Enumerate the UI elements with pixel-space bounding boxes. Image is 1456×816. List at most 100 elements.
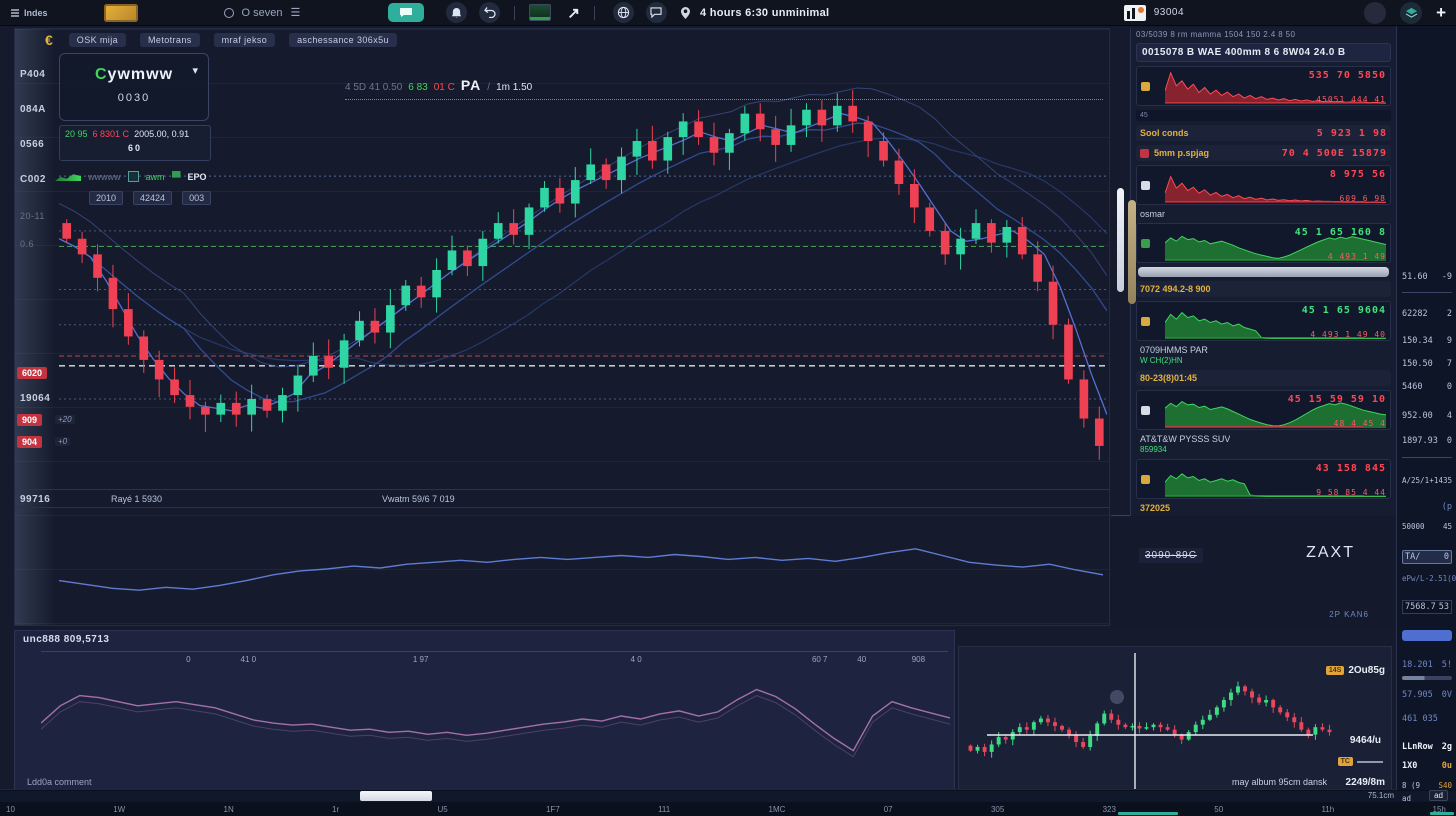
app-logo[interactable] xyxy=(104,4,138,22)
ladder-value: 0 xyxy=(1447,436,1452,446)
watchlist-row[interactable]: 535 70 5850 45051 444 41 xyxy=(1136,66,1391,106)
brand-label: Indes xyxy=(24,8,48,18)
chat-button[interactable] xyxy=(388,3,424,22)
ladder-row[interactable]: 1897.93 0 xyxy=(1402,436,1452,446)
tag[interactable]: 42424 xyxy=(133,191,172,205)
toolbar-menu-item[interactable]: aschessance 306x5u xyxy=(289,33,397,47)
ladder-row[interactable]: 8 (9 S40 xyxy=(1402,781,1452,790)
messages-button[interactable] xyxy=(646,2,667,23)
ladder-row[interactable]: 150.34 9 xyxy=(1402,336,1452,346)
ladder-row[interactable]: 50000 45 xyxy=(1402,522,1452,531)
ladder-row[interactable] xyxy=(1402,292,1452,293)
ladder-row[interactable]: 51.60 -9 xyxy=(1402,272,1452,282)
menu-label[interactable]: O seven xyxy=(242,7,283,19)
header-underline xyxy=(345,99,1103,100)
toolbar-menu-item[interactable]: Metotrans xyxy=(140,33,200,47)
globe-button[interactable] xyxy=(613,2,634,23)
watchlist-row[interactable]: osmar xyxy=(1136,209,1391,219)
time-label: 1N xyxy=(224,805,234,814)
price-label: 19064 xyxy=(20,393,50,404)
ladder-row[interactable]: (p xyxy=(1402,502,1452,512)
time-label: U5 xyxy=(437,805,447,814)
ladder-row[interactable]: 7568.7 53 xyxy=(1402,600,1452,614)
oscillator-panel[interactable]: unc888 809,5713 041 01 974 060 740908 Ld… xyxy=(14,630,955,790)
volume-subpanel[interactable]: Rayé 1 5930 Vwatm 59/6 7 019 xyxy=(15,489,1109,626)
watchlist-row[interactable]: Sool conds 5 923 1 98 xyxy=(1136,125,1391,141)
ladder-row[interactable] xyxy=(1402,676,1452,680)
watchlist-title[interactable]: 0015078 B WAE 400mm 8 6 8W04 24.0 B xyxy=(1136,43,1391,62)
ladder-row[interactable]: LLnRow 2g xyxy=(1402,742,1452,752)
share-icon[interactable]: ↗ xyxy=(567,4,580,22)
scroll-thumb[interactable] xyxy=(360,791,432,801)
mini-chart-panel[interactable]: 14S 2Ou85g 9464/u TC 2249/8m may album 9… xyxy=(958,646,1392,796)
add-tab-button[interactable]: + xyxy=(1436,3,1446,23)
chart-thumbnail-icon[interactable] xyxy=(529,4,551,21)
watchlist-sidebar[interactable]: 03/5039 8 rm mamma 1504 150 2.4 8 50 001… xyxy=(1130,28,1396,516)
checkbox-icon[interactable] xyxy=(128,171,139,182)
chat-icon xyxy=(399,7,413,18)
watchlist-row[interactable]: 372025 xyxy=(1136,503,1391,513)
hamburger-menu-icon[interactable] xyxy=(10,8,20,18)
crosshair xyxy=(967,653,1333,789)
topbar-right-group: 93004 + xyxy=(1124,2,1446,24)
ladder-row[interactable]: ad xyxy=(1402,794,1452,803)
row-price: 45 1 65 9604 xyxy=(1302,305,1386,316)
ladder-label: LLnRow xyxy=(1402,742,1433,752)
chart-toolbar: € OSK mija Metotrans mraf jekso aschessance… xyxy=(45,30,397,50)
ladder-row[interactable] xyxy=(1402,457,1452,458)
timeframe-label[interactable]: 4 hours 6:30 unminimal xyxy=(700,7,829,19)
stats-logo-icon xyxy=(1124,5,1146,21)
toolbar-menu-item[interactable]: mraf jekso xyxy=(214,33,276,47)
watchlist-row[interactable] xyxy=(1138,267,1389,277)
indicator-row: wwwww awm EPO xyxy=(55,171,207,182)
candlestick-chart[interactable] xyxy=(59,55,1107,485)
tag[interactable]: 003 xyxy=(182,191,211,205)
tag[interactable]: 2010 xyxy=(89,191,123,205)
ladder-row[interactable]: 62282 2 xyxy=(1402,309,1452,319)
watchlist-row[interactable]: 0709HMMS PAR W CH(2)HN xyxy=(1136,345,1391,366)
chevron-down-icon[interactable]: ▾ xyxy=(192,64,198,77)
watchlist-row[interactable]: 43 158 845 9 58 85 4 44 xyxy=(1136,459,1391,499)
notifications-button[interactable] xyxy=(446,2,467,23)
ladder-row[interactable]: 1X0 0u xyxy=(1402,761,1452,771)
ladder-row[interactable] xyxy=(1402,630,1452,641)
currency-icon[interactable]: € xyxy=(45,32,53,48)
list-icon[interactable]: ☰ xyxy=(290,6,300,19)
ladder-row[interactable]: 5460 0 xyxy=(1402,382,1452,392)
watchlist-row[interactable]: 7072 494.2-8 900 xyxy=(1136,281,1391,297)
record-icon xyxy=(224,8,234,18)
avatar[interactable] xyxy=(1364,2,1386,24)
scroll-track[interactable] xyxy=(0,791,1456,802)
ladder-row[interactable]: TA/ 0 xyxy=(1402,550,1452,564)
vertical-scrollbar-secondary[interactable] xyxy=(1128,200,1136,304)
watchlist-row[interactable]: 45 xyxy=(1136,110,1391,121)
watchlist-row[interactable]: AT&T&W PYSSS SUV 859934 xyxy=(1136,434,1391,455)
ladder-row[interactable]: ePw/L-2.51 (0 xyxy=(1402,574,1452,583)
symbol-selector[interactable]: Cywmww ▾ 0030 xyxy=(59,53,209,121)
price-badge: 904+0 xyxy=(17,436,42,448)
ladder-row[interactable]: A/25/1 +1435 xyxy=(1402,476,1452,485)
toolbar-menu-item[interactable]: OSK mija xyxy=(69,33,126,47)
price-ladder[interactable]: 51.60 -9 62282 2 150.34 9 150.50 7 xyxy=(1396,26,1456,790)
change-tag: +20 xyxy=(55,415,75,424)
watchlist-row[interactable]: 8 975 56 609 6 98 xyxy=(1136,165,1391,205)
vertical-scrollbar[interactable] xyxy=(1117,188,1124,292)
watchlist-row[interactable]: 45 1 65 9604 4 493 1 49 40 xyxy=(1136,301,1391,341)
ladder-row[interactable]: 18.201 5! xyxy=(1402,660,1452,670)
watchlist-row[interactable]: 5mm p.spjag 70 4 500E 15879 xyxy=(1136,145,1391,161)
ladder-value: 45 xyxy=(1443,522,1452,531)
ladder-value: 2g xyxy=(1442,742,1452,752)
undo-button[interactable] xyxy=(479,2,500,23)
time-label: 50 xyxy=(1214,805,1223,814)
ladder-row[interactable]: 57.905 0V xyxy=(1402,690,1452,700)
orange-badge: TC xyxy=(1338,757,1353,766)
layers-button[interactable] xyxy=(1400,2,1422,24)
main-chart-panel[interactable]: € OSK mija Metotrans mraf jekso aschessance… xyxy=(14,28,1110,626)
watchlist-row[interactable]: 80-23(8)01:45 xyxy=(1136,370,1391,386)
watchlist-row[interactable]: 45 1 65 160 8 4 493 1 49 xyxy=(1136,223,1391,263)
pair-label: PA xyxy=(461,77,481,93)
ladder-row[interactable]: 952.00 4 xyxy=(1402,411,1452,421)
watchlist-row[interactable]: 45 15 59 59 10 48 4 45 4 xyxy=(1136,390,1391,430)
ladder-row[interactable]: 150.50 7 xyxy=(1402,359,1452,369)
ladder-row[interactable]: 461 035 xyxy=(1402,714,1452,724)
